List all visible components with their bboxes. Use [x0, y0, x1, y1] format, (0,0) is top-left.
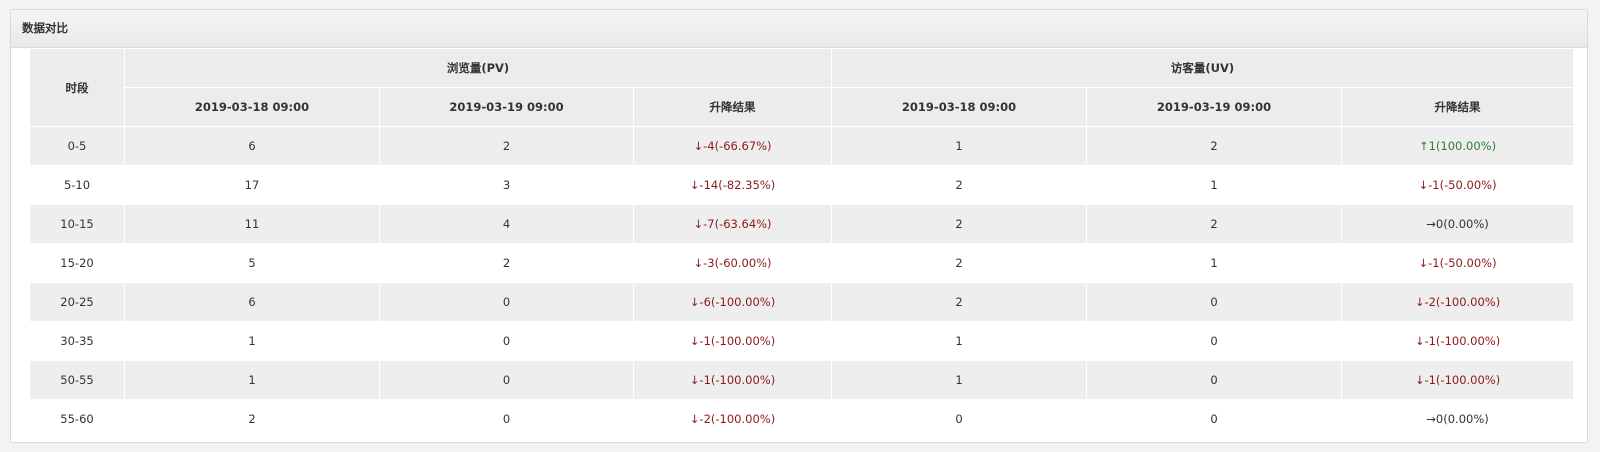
header-row-sub: 2019-03-18 09:00 2019-03-19 09:00 升降结果 2…: [30, 87, 1575, 127]
uv-change-cell: ↓-1(-50.00%): [1341, 243, 1575, 283]
pv-date2-cell: 3: [379, 165, 634, 205]
pv-date1-cell: 17: [124, 165, 380, 205]
pv-change-cell: ↓-1(-100.00%): [632, 321, 833, 361]
table-row: 0-5 6 2 ↓-4(-66.67%) 1 2 ↑1(100.00%): [29, 126, 1575, 166]
table-row: 55-60 2 0 ↓-2(-100.00%) 0 0 →0(0.00%): [29, 399, 1575, 439]
pv-change-cell: ↓-3(-60.00%): [632, 243, 833, 283]
data-comparison-panel: 数据对比 时段 浏览量(PV) 访客量(UV) 2019-03-18 09:00: [10, 9, 1588, 443]
period-cell: 5-10: [29, 165, 125, 205]
uv-date2-cell: 0: [1086, 282, 1343, 322]
period-cell: 10-15: [29, 204, 125, 244]
panel-title: 数据对比: [11, 10, 1587, 48]
uv-change-cell: ↓-1(-50.00%): [1341, 165, 1575, 205]
comparison-table-wrapper: 时段 浏览量(PV) 访客量(UV) 2019-03-18 09:00 2019…: [29, 48, 1575, 439]
pv-date2-cell: 0: [379, 321, 634, 361]
uv-change-cell: ↑1(100.00%): [1341, 126, 1575, 166]
pv-date1-cell: 2: [124, 399, 380, 439]
pv-date1-cell: 6: [124, 282, 380, 322]
pv-change-cell: ↓-4(-66.67%): [632, 126, 833, 166]
table-row: 10-15 11 4 ↓-7(-63.64%) 2 2 →0(0.00%): [29, 204, 1575, 244]
pv-date2-cell: 0: [379, 360, 634, 400]
pv-date1-cell: 5: [124, 243, 380, 283]
uv-change-cell: ↓-1(-100.00%): [1341, 360, 1575, 400]
pv-change-cell: ↓-2(-100.00%): [632, 399, 833, 439]
pv-date2-cell: 4: [379, 204, 634, 244]
pv-change-cell: ↓-7(-63.64%): [632, 204, 833, 244]
table-row: 15-20 5 2 ↓-3(-60.00%) 2 1 ↓-1(-50.00%): [29, 243, 1575, 283]
period-cell: 20-25: [29, 282, 125, 322]
pv-change-cell: ↓-14(-82.35%): [632, 165, 833, 205]
pv-date1-cell: 1: [124, 360, 380, 400]
comparison-table: 时段 浏览量(PV) 访客量(UV) 2019-03-18 09:00 2019…: [29, 48, 1575, 439]
uv-change-cell: ↓-1(-100.00%): [1341, 321, 1575, 361]
uv-date2-cell: 2: [1086, 126, 1343, 166]
uv-date2-cell: 0: [1086, 399, 1343, 439]
uv-date1-cell: 1: [831, 321, 1088, 361]
uv-change-cell: ↓-2(-100.00%): [1341, 282, 1575, 322]
uv-date2-cell: 2: [1086, 204, 1343, 244]
pv-group-header: 浏览量(PV): [123, 48, 833, 88]
uv-date1-cell: 2: [831, 243, 1088, 283]
pv-date2-cell: 0: [379, 399, 634, 439]
pv-date1-cell: 6: [124, 126, 380, 166]
uv-date2-cell: 0: [1086, 321, 1343, 361]
pv-date1-cell: 11: [124, 204, 380, 244]
uv-date1-cell: 0: [831, 399, 1088, 439]
uv-date1-cell: 2: [831, 282, 1088, 322]
period-header: 时段: [29, 48, 125, 127]
uv-date1-header: 2019-03-18 09:00: [831, 87, 1088, 127]
pv-change-cell: ↓-6(-100.00%): [632, 282, 833, 322]
uv-date2-cell: 1: [1086, 165, 1343, 205]
uv-date2-header: 2019-03-19 09:00: [1086, 87, 1343, 127]
pv-date1-header: 2019-03-18 09:00: [124, 87, 380, 127]
table-row: 20-25 6 0 ↓-6(-100.00%) 2 0 ↓-2(-100.00%): [29, 282, 1575, 322]
period-cell: 30-35: [29, 321, 125, 361]
header-row-group: 时段 浏览量(PV) 访客量(UV): [29, 48, 1575, 127]
uv-date1-cell: 2: [831, 165, 1088, 205]
pv-date2-cell: 0: [379, 282, 634, 322]
uv-change-cell: →0(0.00%): [1341, 204, 1575, 244]
uv-date1-cell: 1: [831, 126, 1088, 166]
uv-group-header: 访客量(UV): [831, 48, 1575, 88]
uv-date1-cell: 2: [831, 204, 1088, 244]
pv-date2-cell: 2: [379, 126, 634, 166]
pv-date1-cell: 1: [124, 321, 380, 361]
table-row: 30-35 1 0 ↓-1(-100.00%) 1 0 ↓-1(-100.00%): [29, 321, 1575, 361]
uv-change-header: 升降结果: [1341, 87, 1575, 127]
period-cell: 15-20: [29, 243, 125, 283]
table-row: 5-10 17 3 ↓-14(-82.35%) 2 1 ↓-1(-50.00%): [29, 165, 1575, 205]
period-cell: 0-5: [29, 126, 125, 166]
pv-change-header: 升降结果: [632, 87, 833, 127]
uv-date1-cell: 1: [831, 360, 1088, 400]
pv-change-cell: ↓-1(-100.00%): [632, 360, 833, 400]
period-cell: 55-60: [29, 399, 125, 439]
table-body: 0-5 6 2 ↓-4(-66.67%) 1 2 ↑1(100.00%) 5-10 17 3 ↓-1…: [29, 126, 1575, 439]
uv-change-cell: →0(0.00%): [1341, 399, 1575, 439]
pv-date2-header: 2019-03-19 09:00: [379, 87, 634, 127]
uv-date2-cell: 0: [1086, 360, 1343, 400]
period-cell: 50-55: [29, 360, 125, 400]
uv-date2-cell: 1: [1086, 243, 1343, 283]
table-row: 50-55 1 0 ↓-1(-100.00%) 1 0 ↓-1(-100.00%): [29, 360, 1575, 400]
pv-date2-cell: 2: [379, 243, 634, 283]
